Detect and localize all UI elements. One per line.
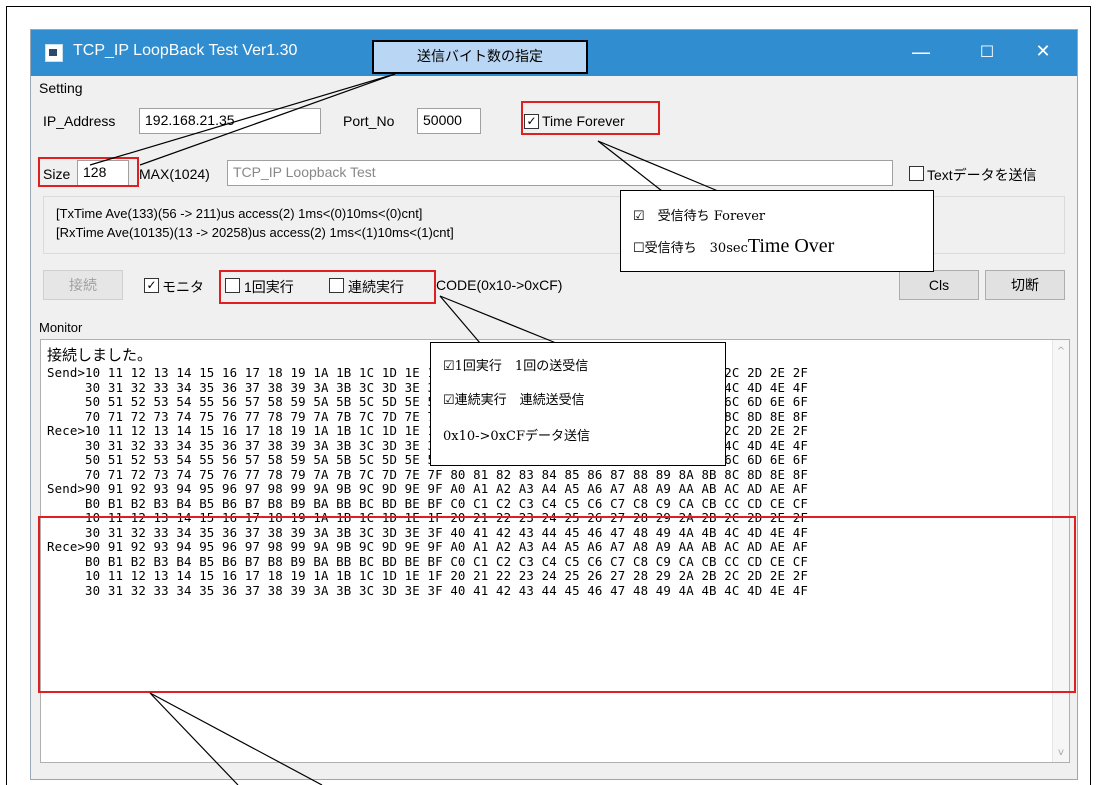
max-size-label: MAX(1024) bbox=[139, 166, 210, 182]
exec-line1: ☑1回実行 1回の送受信 bbox=[443, 355, 588, 374]
exec-line1-text: 1回実行 1回の送受信 bbox=[454, 359, 589, 374]
port-no-label: Port_No bbox=[343, 113, 395, 129]
time-over-text: Time Over bbox=[747, 235, 835, 257]
window-title: TCP_IP LoopBack Test Ver1.30 bbox=[73, 42, 298, 59]
text-send-checkbox[interactable] bbox=[909, 166, 924, 181]
exec-options-highlight-box bbox=[219, 270, 436, 304]
exec-line2: ☑連続実行 連続送受信 bbox=[443, 389, 585, 408]
setting-group-label: Setting bbox=[39, 80, 83, 96]
hex-line: Send>90 91 92 93 94 95 96 97 98 99 9A 9B… bbox=[47, 481, 808, 496]
unchecked-box-icon: ☐ bbox=[633, 241, 645, 256]
timeout-line1-text: 受信待ち Forever bbox=[657, 209, 766, 224]
time-forever-highlight-box bbox=[521, 101, 660, 135]
timeout-line1: ☑ 受信待ち Forever bbox=[633, 205, 765, 224]
cls-button[interactable]: Cls bbox=[899, 270, 979, 300]
ip-address-input[interactable]: 192.168.21.35 bbox=[139, 108, 321, 134]
monitor-checkbox[interactable]: ✓ bbox=[144, 278, 159, 293]
hex-line: 70 71 72 73 74 75 76 77 78 79 7A 7B 7C 7… bbox=[47, 466, 808, 482]
ip-address-label: IP_Address bbox=[43, 113, 116, 129]
send-text-input[interactable]: TCP_IP Loopback Test bbox=[227, 160, 893, 186]
disconnect-button[interactable]: 切断 bbox=[985, 270, 1065, 300]
connect-button[interactable]: 接続 bbox=[43, 270, 123, 300]
monitor-label: Monitor bbox=[39, 320, 83, 335]
size-highlight-box bbox=[38, 157, 139, 187]
scroll-down-icon[interactable]: v bbox=[1056, 747, 1066, 758]
app-icon bbox=[45, 44, 63, 62]
port-no-input[interactable]: 50000 bbox=[417, 108, 481, 134]
exec-line3: 0x10->0xCFデータ送信 bbox=[443, 429, 590, 444]
timeout-line2-text: 受信待ち 30sec bbox=[644, 241, 748, 256]
minimize-button[interactable]: — bbox=[893, 30, 949, 76]
code-range-label: CODE(0x10->0xCF) bbox=[436, 277, 563, 293]
timeout-callout: ☑ 受信待ち Forever ☐受信待ち 30secTime Over bbox=[620, 190, 934, 272]
exec-callout: ☑1回実行 1回の送受信 ☑連続実行 連続送受信 0x10->0xCFデータ送信 bbox=[430, 342, 726, 466]
exec-line2-text: 連続実行 連続送受信 bbox=[454, 393, 585, 408]
hex-dump-highlight-box bbox=[38, 516, 1076, 693]
text-send-label: Textデータを送信 bbox=[927, 167, 1037, 183]
checked-box-icon: ☑ bbox=[633, 209, 645, 224]
maximize-button[interactable]: ☐ bbox=[959, 30, 1015, 76]
scroll-up-icon[interactable]: ^ bbox=[1056, 346, 1066, 357]
close-button[interactable]: ✕ bbox=[1015, 30, 1071, 76]
hex-line: B0 B1 B2 B3 B4 B5 B6 B7 B8 B9 BA BB BC B… bbox=[47, 495, 808, 511]
checked-box-icon: ☑ bbox=[443, 359, 455, 374]
checked-box-icon: ☑ bbox=[443, 393, 455, 408]
monitor-checkbox-label: モニタ bbox=[162, 279, 204, 295]
size-note-callout: 送信バイト数の指定 bbox=[372, 40, 588, 74]
timeout-line2: ☐受信待ち 30secTime Over bbox=[633, 235, 834, 258]
